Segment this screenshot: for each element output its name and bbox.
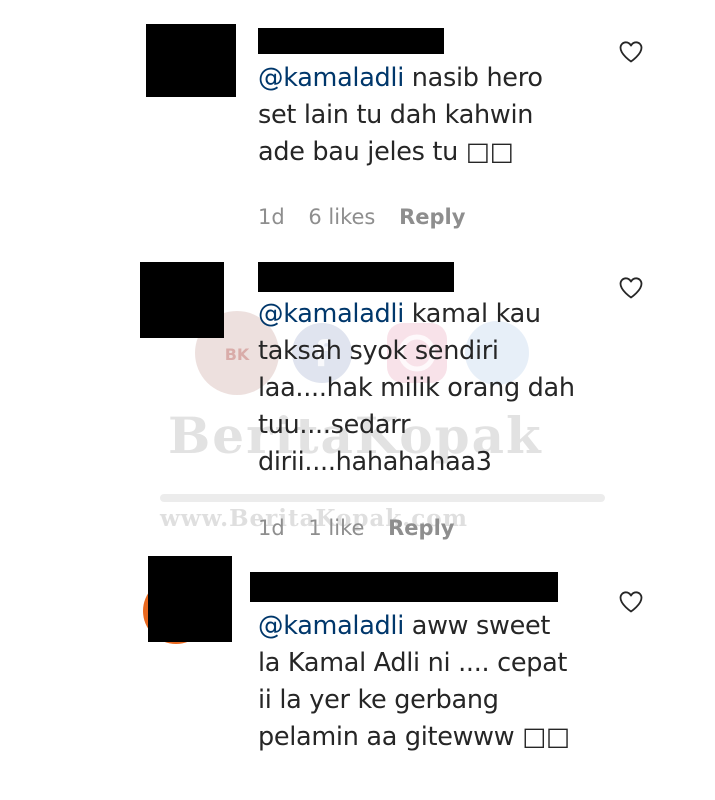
- watermark-bar: [160, 494, 605, 502]
- mention-link[interactable]: @kamaladli: [258, 63, 404, 93]
- reply-button[interactable]: Reply: [399, 205, 465, 229]
- avatar[interactable]: [148, 556, 232, 642]
- avatar[interactable]: [140, 262, 224, 338]
- comment-time: 1d: [258, 205, 285, 229]
- heart-outline-icon[interactable]: [618, 276, 644, 300]
- redacted-username[interactable]: [250, 572, 558, 602]
- avatar[interactable]: [146, 24, 236, 97]
- heart-outline-icon[interactable]: [618, 590, 644, 614]
- comment-time: 1d: [258, 516, 285, 540]
- likes-count[interactable]: 1 like: [308, 516, 364, 540]
- svg-text:BK: BK: [225, 345, 250, 364]
- comment-meta: 1d 1 like Reply: [258, 516, 471, 540]
- likes-count[interactable]: 6 likes: [308, 205, 375, 229]
- mention-link[interactable]: @kamaladli: [258, 611, 404, 641]
- redacted-username[interactable]: [258, 28, 444, 54]
- reply-button[interactable]: Reply: [388, 516, 454, 540]
- mention-link[interactable]: @kamaladli: [258, 299, 404, 329]
- comment-text: @kamaladli aww sweet la Kamal Adli ni ..…: [258, 611, 570, 752]
- heart-outline-icon[interactable]: [618, 40, 644, 64]
- comment-meta: 1d 6 likes Reply: [258, 205, 482, 229]
- comment-text: @kamaladli kamal kau taksah syok sendiri…: [258, 299, 575, 477]
- comment-text: @kamaladli nasib hero set lain tu dah ka…: [258, 63, 543, 167]
- redacted-username[interactable]: [258, 262, 454, 292]
